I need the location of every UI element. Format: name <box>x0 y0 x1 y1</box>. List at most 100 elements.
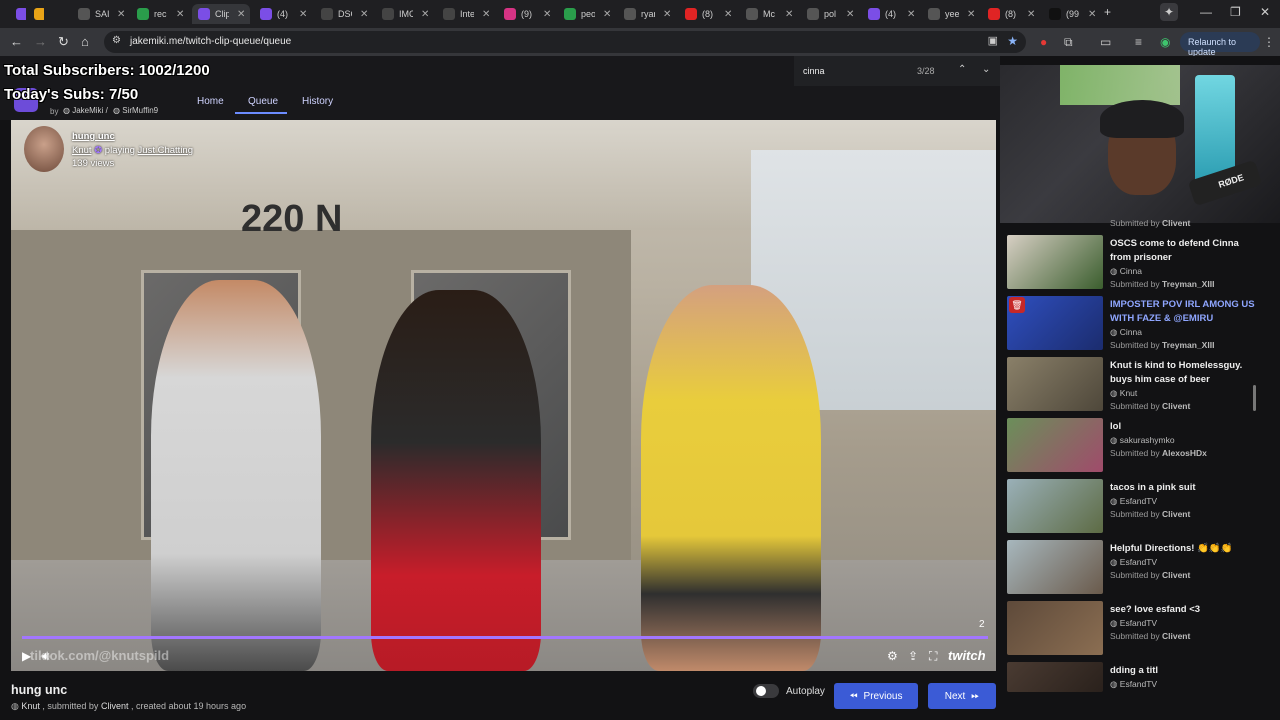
author-jakemiki[interactable]: ◍ JakeMiki / <box>63 106 108 115</box>
browser-tab[interactable]: DSC ✕ <box>315 4 373 24</box>
play-icon[interactable]: ▶ <box>22 649 31 663</box>
menu-kebab-icon[interactable]: ⋮ <box>1263 35 1275 49</box>
tab-close-icon[interactable]: ✕ <box>543 9 551 20</box>
queue-item-thumbnail[interactable] <box>1007 662 1103 692</box>
tab-favicon-icon <box>34 8 44 20</box>
previous-button[interactable]: ⏪︎ Previous <box>834 683 918 709</box>
tab-close-icon[interactable]: ✕ <box>482 9 490 20</box>
queue-item-thumbnail[interactable] <box>1007 601 1103 655</box>
browser-tab[interactable]: ryar ✕ <box>618 4 676 24</box>
channel-icon: ◍ <box>1110 435 1120 445</box>
delete-clip-icon[interactable]: 🗑︎ <box>1009 297 1025 313</box>
find-next-icon[interactable]: ⌄ <box>982 64 990 75</box>
queue-item-title[interactable]: lol <box>1110 420 1260 434</box>
queue-item-title[interactable]: Knut is kind to Homelessguy. buys him ca… <box>1110 359 1260 387</box>
bookmark-star-icon[interactable]: ★ <box>1007 34 1018 48</box>
overlay-channel-link[interactable]: Knut <box>72 145 92 156</box>
video-progress-bar[interactable] <box>22 636 988 639</box>
maximize-icon[interactable]: ❐ <box>1230 5 1241 19</box>
queue-item-title[interactable]: IMPOSTER POV IRL AMONG US WITH FAZE & @E… <box>1110 298 1260 326</box>
find-input[interactable]: cinna <box>803 66 825 76</box>
tab-close-icon[interactable]: ✕ <box>360 9 368 20</box>
twitch-logo[interactable]: twitch <box>948 648 986 663</box>
reload-icon[interactable]: ↻ <box>58 34 69 50</box>
reader-mode-icon[interactable]: ▣ <box>988 34 998 47</box>
queue-item-thumbnail[interactable] <box>1007 540 1103 594</box>
settings-gear-icon[interactable]: ⚙ <box>887 649 898 663</box>
queue-item-title[interactable]: tacos in a pink suit <box>1110 481 1260 495</box>
tab-close-icon[interactable]: ✕ <box>724 9 732 20</box>
browser-tab[interactable] <box>28 4 44 24</box>
clip-channel-link[interactable]: Knut <box>21 701 40 711</box>
queue-item-thumbnail[interactable] <box>1007 235 1103 289</box>
fullscreen-icon[interactable]: ⛶ <box>929 649 937 664</box>
side-panel-icon[interactable]: ▭ <box>1100 35 1111 49</box>
tab-close-icon[interactable]: ✕ <box>299 9 307 20</box>
next-button[interactable]: Next ⏩︎ <box>928 683 996 709</box>
browser-tab[interactable]: rec ✕ <box>131 4 189 24</box>
browser-tab[interactable]: peo ✕ <box>558 4 616 24</box>
tab-favicon-icon <box>260 8 272 20</box>
nav-history[interactable]: History <box>302 96 333 107</box>
tab-close-icon[interactable]: ✕ <box>117 9 125 20</box>
nav-home[interactable]: Home <box>197 96 224 107</box>
profile-icon[interactable]: ◉ <box>1160 35 1170 49</box>
queue-item-title[interactable]: see? love esfand <3 <box>1110 603 1260 617</box>
browser-tab[interactable]: Mc ✕ <box>740 4 798 24</box>
queue-item-thumbnail[interactable] <box>1007 418 1103 472</box>
browser-tab[interactable]: yee ✕ <box>922 4 980 24</box>
tab-close-icon[interactable]: ✕ <box>176 9 184 20</box>
browser-tab[interactable]: (8) ✕ <box>679 4 737 24</box>
browser-tab[interactable]: SAI ✕ <box>72 4 130 24</box>
back-icon[interactable]: ← <box>10 34 23 49</box>
queue-item-thumbnail[interactable] <box>1007 479 1103 533</box>
nav-queue[interactable]: Queue <box>248 96 278 107</box>
forward-icon[interactable]: → <box>34 34 47 49</box>
browser-tab[interactable]: IMC ✕ <box>376 4 434 24</box>
tab-close-icon[interactable]: ✕ <box>663 9 671 20</box>
browser-tab[interactable]: pol ✕ <box>801 4 859 24</box>
browser-tab[interactable]: (99 ✕ <box>1043 4 1101 24</box>
new-tab-button[interactable]: + <box>1104 5 1111 19</box>
overlay-clip-title[interactable]: hung unc <box>72 131 115 142</box>
browser-tab[interactable]: (9) ✕ <box>498 4 556 24</box>
overlay-category-link[interactable]: Just Chatting <box>138 145 193 156</box>
extension-red-icon[interactable]: ● <box>1040 35 1047 49</box>
queue-item-title[interactable]: OSCS come to defend Cinna from prisoner <box>1110 237 1260 265</box>
close-window-icon[interactable]: ✕ <box>1260 5 1270 19</box>
streamer-avatar[interactable] <box>24 126 64 172</box>
extensions-icon[interactable]: ⧉ <box>1064 35 1073 50</box>
browser-tab[interactable]: (4) ✕ <box>862 4 920 24</box>
tab-close-icon[interactable]: ✕ <box>967 9 975 20</box>
browser-tab[interactable] <box>10 4 26 24</box>
tab-close-icon[interactable]: ✕ <box>846 9 854 20</box>
tab-close-icon[interactable]: ✕ <box>421 9 429 20</box>
reading-list-icon[interactable]: ≡ <box>1135 35 1142 49</box>
ai-assistant-icon[interactable]: ✦ <box>1160 3 1178 21</box>
site-info-icon[interactable]: ⚙ <box>112 35 121 46</box>
video-player[interactable]: 220 N <box>11 120 996 671</box>
browser-tab[interactable]: (8) ✕ <box>982 4 1040 24</box>
tab-close-icon[interactable]: ✕ <box>785 9 793 20</box>
tab-close-icon[interactable]: ✕ <box>603 9 611 20</box>
find-prev-icon[interactable]: ⌃ <box>958 64 966 75</box>
queue-item-title[interactable]: dding a titl <box>1110 664 1260 678</box>
tab-close-icon[interactable]: ✕ <box>1088 9 1096 20</box>
browser-tab[interactable]: Inte ✕ <box>437 4 495 24</box>
volume-icon[interactable]: 🔊︎ <box>42 649 50 664</box>
browser-tab[interactable]: Clip ✕ <box>192 4 250 24</box>
share-icon[interactable]: ⇪ <box>908 649 918 663</box>
person-center <box>371 290 541 671</box>
author-sirmuffin[interactable]: ◍ SirMuffin9 <box>113 106 158 115</box>
address-bar[interactable]: ⚙ jakemiki.me/twitch-clip-queue/queue ★ … <box>104 31 1026 53</box>
tab-close-icon[interactable]: ✕ <box>237 9 245 20</box>
tab-close-icon[interactable]: ✕ <box>1027 9 1035 20</box>
tab-close-icon[interactable]: ✕ <box>907 9 915 20</box>
relaunch-button[interactable]: Relaunch to update <box>1180 32 1260 57</box>
minimize-icon[interactable]: — <box>1200 5 1212 19</box>
queue-item-title[interactable]: Helpful Directions! 👏👏👏 <box>1110 542 1260 556</box>
home-icon[interactable]: ⌂ <box>81 34 89 49</box>
browser-tab[interactable]: (4) ✕ <box>254 4 312 24</box>
queue-scrollbar[interactable] <box>1253 385 1256 411</box>
queue-item-thumbnail[interactable] <box>1007 357 1103 411</box>
